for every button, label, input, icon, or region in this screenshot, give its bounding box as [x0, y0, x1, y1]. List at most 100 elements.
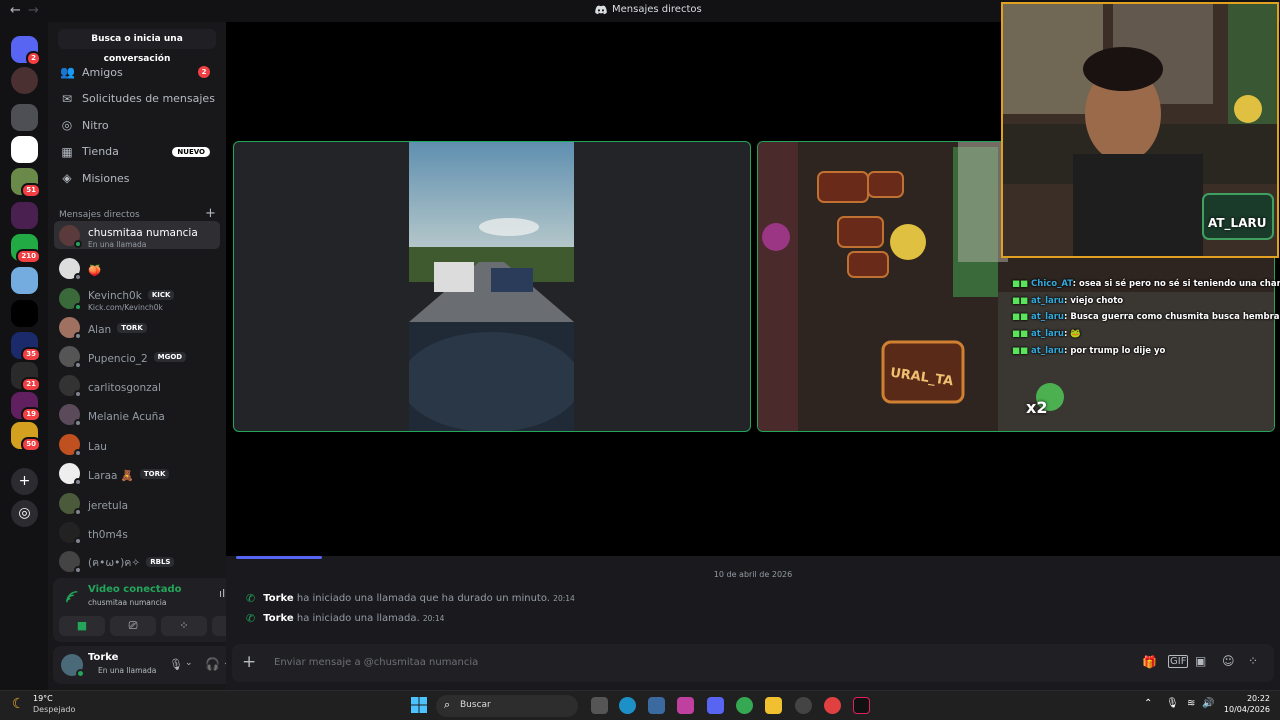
- server-icon-server-6[interactable]: [11, 267, 38, 294]
- clock-date[interactable]: 10/04/2026: [1220, 705, 1270, 714]
- message-composer[interactable]: + Enviar mensaje a @chusmitaa numancia 🎁…: [232, 644, 1274, 682]
- dm-item[interactable]: Pupencio_2 MGOD: [54, 342, 220, 370]
- server-icon-server-kick[interactable]: [11, 300, 38, 327]
- search-conversation-button[interactable]: Busca o inicia una conversación: [58, 29, 216, 64]
- chat-message: ✆ Torke ha iniciado una llamada. 20:14: [246, 612, 444, 625]
- sticker-icon[interactable]: ▣: [1195, 654, 1206, 668]
- nav-item-misiones[interactable]: ◈ Misiones: [54, 166, 220, 190]
- server-icon-server-5[interactable]: 210: [11, 234, 41, 264]
- user-avatar[interactable]: [61, 654, 85, 678]
- dm-item[interactable]: Melanie Acuña: [54, 400, 220, 428]
- dm-name: Kevinch0k: [88, 290, 142, 302]
- chat-text: : osea si sé pero no sé si teniendo una …: [1072, 279, 1280, 289]
- multiplier-label: x2: [1026, 398, 1048, 417]
- nav-icon: ▦: [61, 144, 73, 159]
- headphones-icon[interactable]: 🎧: [205, 657, 220, 671]
- status-dot: [74, 272, 82, 281]
- add-server-icon[interactable]: +: [11, 468, 38, 495]
- message-time: 20:14: [422, 614, 445, 623]
- attach-plus-icon[interactable]: +: [242, 652, 256, 672]
- user-name: Torke: [88, 652, 119, 663]
- server-icon-server-9[interactable]: 19: [11, 392, 41, 422]
- server-icon-server-1[interactable]: [11, 104, 38, 131]
- video-tile-driving[interactable]: [233, 141, 751, 432]
- dm-avatar: [59, 492, 82, 516]
- server-icon-server-2[interactable]: [11, 136, 38, 163]
- clock-time[interactable]: 20:22: [1226, 694, 1270, 703]
- nav-item-tienda[interactable]: ▦ Tienda NUEVO: [54, 140, 220, 164]
- dm-avatar: [59, 345, 82, 369]
- dm-name: Lau: [88, 440, 107, 453]
- unread-badge: 2: [26, 51, 41, 66]
- screen-share-button[interactable]: ⎚: [110, 616, 156, 636]
- back-arrow-icon[interactable]: ←: [10, 3, 21, 18]
- server-icon-server-3[interactable]: 51: [11, 168, 41, 198]
- app-icon[interactable]: [677, 697, 694, 714]
- forward-arrow-icon[interactable]: →: [28, 3, 39, 18]
- nav-label: Misiones: [82, 171, 130, 185]
- tray-chevron-up-icon[interactable]: ⌃: [1144, 698, 1152, 709]
- dm-item[interactable]: chusmitaa numancia En una llamada: [54, 221, 220, 249]
- app-icon-2[interactable]: [795, 697, 812, 714]
- wifi-icon[interactable]: ≋: [1187, 698, 1195, 709]
- message-author[interactable]: Torke: [263, 613, 293, 624]
- discover-icon[interactable]: ◎: [11, 500, 38, 527]
- chat-username: at_laru: [1031, 329, 1064, 340]
- file-explorer-icon[interactable]: [765, 697, 782, 714]
- server-icon-avatar[interactable]: [11, 67, 38, 94]
- tiktok-icon[interactable]: [853, 697, 870, 714]
- taskbar-search[interactable]: ⌕ Buscar: [436, 695, 578, 717]
- emoji-icon[interactable]: ☺: [1222, 654, 1235, 668]
- dm-avatar: [59, 257, 82, 281]
- message-input[interactable]: Enviar mensaje a @chusmitaa numancia: [274, 657, 478, 668]
- stream-chat-line: ■■ Chico_AT: osea si sé pero no sé si te…: [1012, 279, 1280, 289]
- store-icon[interactable]: [648, 697, 665, 714]
- dm-item[interactable]: jeretula: [54, 489, 220, 517]
- volume-icon[interactable]: 🔊: [1202, 698, 1214, 709]
- server-icon-server-8[interactable]: 21: [11, 362, 41, 392]
- chrome-icon[interactable]: [736, 697, 753, 714]
- dm-item[interactable]: Lau: [54, 430, 220, 458]
- new-badge: NUEVO: [172, 146, 210, 157]
- chrome-profile-icon[interactable]: [824, 697, 841, 714]
- dm-item[interactable]: Kevinch0k KICK Kick.com/Kevinch0k: [54, 284, 220, 312]
- microphone-icon[interactable]: 🎙: [169, 658, 183, 671]
- task-view-icon[interactable]: [591, 697, 608, 714]
- message-author[interactable]: Torke: [263, 593, 293, 604]
- server-icon-server-4[interactable]: [11, 202, 38, 229]
- server-icon-server-10[interactable]: 50: [11, 422, 41, 452]
- weather-temp[interactable]: 19°C: [33, 694, 53, 703]
- nav-item-nitro[interactable]: ◎ Nitro: [54, 113, 220, 137]
- windows-start-icon[interactable]: [411, 697, 427, 713]
- nav-item-solicitudes-de-mensajes[interactable]: ✉ Solicitudes de mensajes: [54, 87, 220, 111]
- chevron-down-icon[interactable]: ⌄: [185, 658, 193, 668]
- title-text: Mensajes directos: [612, 4, 702, 15]
- dm-sidebar: Busca o inicia una conversación 👥 Amigos 2…: [48, 22, 268, 690]
- activities-button[interactable]: ⁘: [161, 616, 207, 636]
- dm-item[interactable]: 🍑: [54, 254, 220, 282]
- dm-tag-badge: TORK: [139, 469, 170, 479]
- gif-icon[interactable]: GIF: [1168, 655, 1189, 668]
- dm-avatar: [59, 316, 82, 340]
- streamer-webcam-overlay: AT_LARU: [1001, 2, 1279, 258]
- server-icon-server-7[interactable]: 35: [11, 332, 41, 362]
- online-status-icon: [76, 669, 85, 678]
- tray-mic-icon[interactable]: 🎙: [1166, 698, 1179, 709]
- discord-taskbar-icon[interactable]: [707, 697, 724, 714]
- dm-item[interactable]: Laraa 🧸 TORK: [54, 459, 220, 487]
- dm-item[interactable]: Alan TORK: [54, 313, 220, 341]
- voice-channel[interactable]: chusmitaa numancia: [88, 598, 166, 607]
- nav-item-amigos[interactable]: 👥 Amigos 2: [54, 60, 220, 84]
- dm-item[interactable]: (ฅ•ω•)ฅ✧ RBLS: [54, 547, 220, 575]
- edge-browser-icon[interactable]: [619, 697, 636, 714]
- new-dm-plus-icon[interactable]: +: [205, 206, 216, 221]
- dm-tag-badge: RBLS: [146, 556, 175, 567]
- server-icon-discord-home[interactable]: 2: [11, 36, 41, 66]
- apps-icon[interactable]: ⁘: [1248, 654, 1258, 668]
- dm-name: jeretula: [88, 499, 129, 512]
- weather-text[interactable]: Despejado: [33, 705, 75, 714]
- camera-button[interactable]: ■: [59, 616, 105, 636]
- gift-icon[interactable]: 🎁: [1142, 655, 1157, 669]
- dm-item[interactable]: th0m4s: [54, 518, 220, 546]
- dm-item[interactable]: carlitosgonzal: [54, 371, 220, 399]
